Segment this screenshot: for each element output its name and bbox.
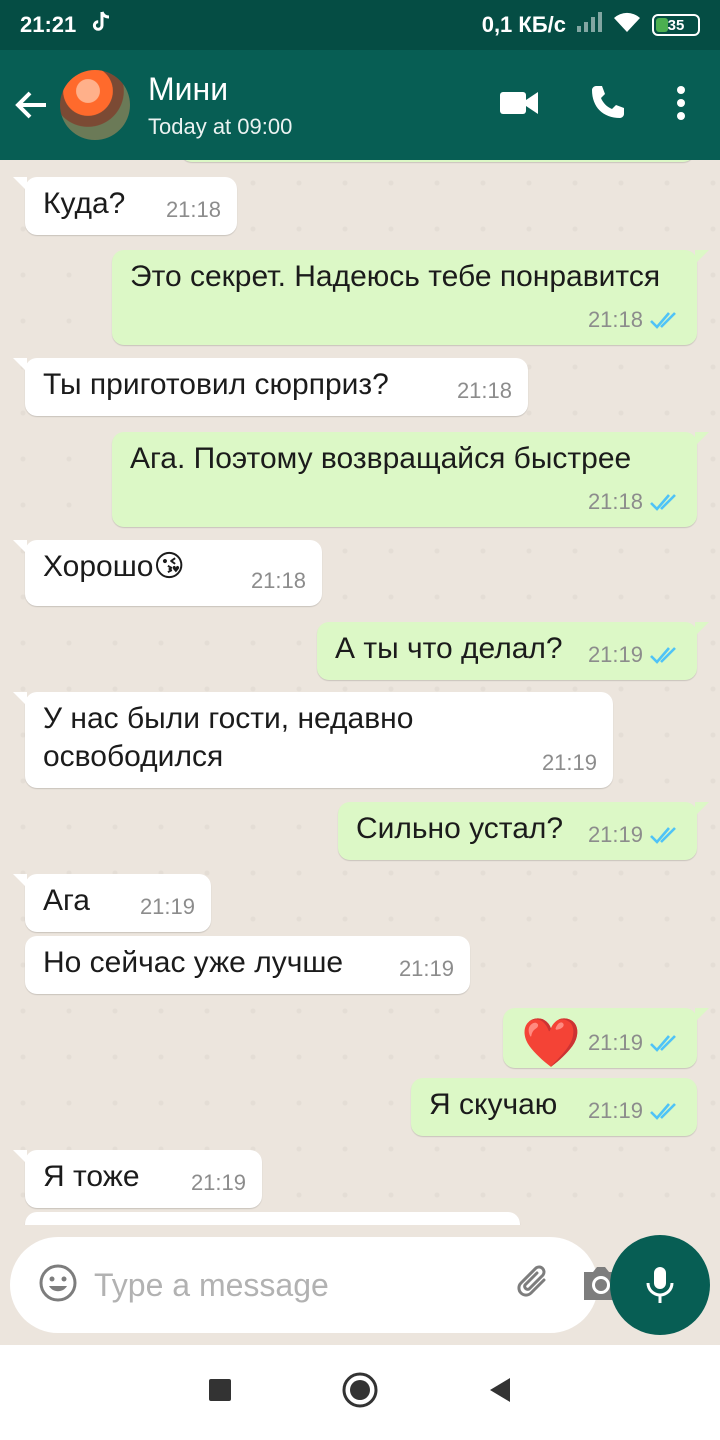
message-text: У нас были гости, недавно освободился xyxy=(43,702,414,773)
heart-emoji: ❤️ xyxy=(521,1017,581,1070)
arrow-left-icon xyxy=(15,91,46,119)
message-bubble-in[interactable]: Но сейчас уже лучше 21:19 xyxy=(25,936,470,994)
tiktok-icon xyxy=(90,10,112,40)
message-time: 21:18 xyxy=(250,568,306,593)
message-field[interactable] xyxy=(10,1237,618,1333)
double-check-icon xyxy=(650,312,676,329)
message-time: 21:19 xyxy=(587,642,643,667)
message-text: Я скучаю xyxy=(429,1088,558,1121)
circle-icon xyxy=(342,1372,378,1408)
back-nav-button[interactable] xyxy=(488,1377,512,1408)
network-speed: 0,1 КБ/с xyxy=(481,12,566,37)
message-bubble-out[interactable]: Я скучаю 21:19 xyxy=(411,1078,697,1136)
message-text: Сильно устал? xyxy=(356,812,564,845)
double-check-icon xyxy=(650,494,676,511)
attach-button[interactable] xyxy=(514,1262,554,1309)
message-input[interactable] xyxy=(94,1266,514,1304)
message-time: 21:19 xyxy=(190,1170,246,1195)
last-seen: Today at 09:00 xyxy=(148,113,293,139)
message-bubble-out[interactable]: ❤️ 21:19 xyxy=(503,1008,709,1070)
double-check-icon xyxy=(650,647,676,664)
double-check-icon xyxy=(650,1103,676,1120)
back-button[interactable] xyxy=(2,75,60,135)
message-bubble-partial xyxy=(180,160,695,162)
message-time: 21:18 xyxy=(456,378,512,403)
message-bubble-in[interactable]: У нас были гости, недавно освободился 21… xyxy=(13,692,613,788)
message-bubble-in[interactable]: Я тоже 21:19 xyxy=(13,1150,262,1208)
message-time: 21:19 xyxy=(398,956,454,981)
message-text: Ты приготовил сюрприз? xyxy=(43,368,389,401)
message-time: 21:19 xyxy=(541,750,597,775)
menu-button[interactable] xyxy=(676,85,686,125)
message-time: 21:18 xyxy=(587,307,643,332)
smiley-icon xyxy=(39,1264,77,1301)
more-vert-icon xyxy=(677,85,685,120)
message-time: 21:19 xyxy=(587,1098,643,1123)
phone-icon xyxy=(592,85,624,118)
message-text: Куда? xyxy=(43,187,126,220)
composer-bar xyxy=(0,1225,720,1345)
message-time: 21:19 xyxy=(139,894,195,919)
wifi-icon xyxy=(612,11,642,39)
message-text: Хорошо😘 xyxy=(43,550,185,583)
home-button[interactable] xyxy=(342,1372,378,1413)
message-bubble-out[interactable]: А ты что делал? 21:19 xyxy=(317,622,709,680)
message-bubble-out[interactable]: Сильно устал? 21:19 xyxy=(338,802,709,860)
system-nav-bar xyxy=(0,1345,720,1440)
contact-info[interactable]: Мини Today at 09:00 xyxy=(148,71,292,140)
message-text: А ты что делал? xyxy=(335,632,563,665)
avatar[interactable] xyxy=(60,70,130,140)
chat-header: Мини Today at 09:00 xyxy=(0,50,720,160)
chat-area[interactable]: Куда? 21:18 Это секрет. Надеюсь тебе пон… xyxy=(0,160,720,1225)
voice-call-button[interactable] xyxy=(588,84,626,127)
message-time: 21:19 xyxy=(587,822,643,847)
message-bubble-in[interactable]: Хорошо😘 21:18 xyxy=(13,540,322,606)
battery-level: 35 xyxy=(667,16,685,34)
message-time: 21:18 xyxy=(165,197,221,222)
square-icon xyxy=(209,1379,231,1401)
message-bubble-in[interactable]: Ты приготовил сюрприз? 21:18 xyxy=(13,358,528,416)
battery-icon: 35 xyxy=(652,14,700,36)
message-text: Ага xyxy=(43,884,90,917)
video-call-button[interactable] xyxy=(500,90,538,121)
microphone-icon xyxy=(646,1267,674,1303)
contact-name: Мини xyxy=(148,70,229,107)
triangle-back-icon xyxy=(490,1378,510,1402)
message-text: Ага. Поэтому возвращайся быстрее xyxy=(130,442,632,475)
message-time: 21:18 xyxy=(587,489,643,514)
message-time: 21:19 xyxy=(587,1030,643,1055)
message-bubble-partial xyxy=(25,1212,520,1225)
emoji-button[interactable] xyxy=(38,1263,78,1308)
double-check-icon xyxy=(650,1035,676,1052)
signal-icon xyxy=(576,12,602,38)
status-time: 21:21 xyxy=(20,12,77,37)
message-bubble-in[interactable]: Ага 21:19 xyxy=(13,874,211,932)
message-text: Я тоже xyxy=(43,1160,140,1193)
message-text: Это секрет. Надеюсь тебе понравится xyxy=(130,260,661,293)
recents-button[interactable] xyxy=(208,1378,232,1407)
message-bubble-out[interactable]: Ага. Поэтому возвращайся быстрее 21:18 xyxy=(112,432,709,527)
voice-record-button[interactable] xyxy=(610,1235,710,1335)
message-text: Но сейчас уже лучше xyxy=(43,946,344,979)
double-check-icon xyxy=(650,827,676,844)
message-bubble-out[interactable]: Это секрет. Надеюсь тебе понравится 21:1… xyxy=(112,250,709,345)
video-camera-icon xyxy=(500,91,538,114)
status-bar: 21:21 0,1 КБ/с 35 xyxy=(0,0,720,50)
paperclip-icon xyxy=(517,1265,546,1297)
message-bubble-in[interactable]: Куда? 21:18 xyxy=(13,177,237,235)
